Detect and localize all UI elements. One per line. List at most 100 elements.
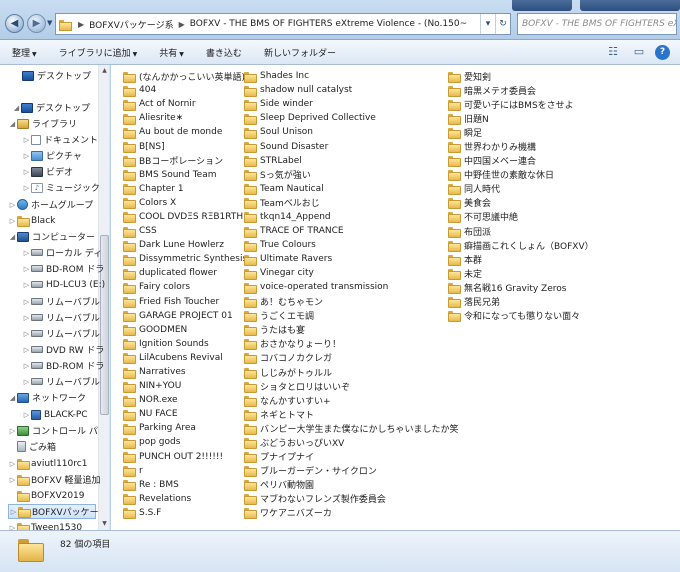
folder-item[interactable]: 同人時代: [448, 182, 594, 196]
folder-item[interactable]: Fairy colors: [123, 280, 247, 294]
folder-item[interactable]: TRACE OF TRANCE: [244, 224, 458, 238]
folder-item[interactable]: うたはも宴: [244, 323, 458, 337]
breadcrumb-current[interactable]: BOFXV - THE BMS OF FIGHTERS eXtreme Viol…: [189, 19, 480, 29]
nav-item[interactable]: ◢ ネットワーク: [8, 390, 96, 405]
folder-item[interactable]: BMS Sound Team: [123, 168, 247, 182]
folder-item[interactable]: 中野佳世の素敵な休日: [448, 168, 594, 182]
nav-item[interactable]: ▷ ビデオ: [22, 164, 96, 179]
folder-item[interactable]: 本群: [448, 252, 594, 266]
folder-item[interactable]: pop gods: [123, 435, 247, 449]
folder-item[interactable]: voice-operated transmission: [244, 280, 458, 294]
folder-item[interactable]: Dark Lune Howlerz: [123, 238, 247, 252]
folder-item[interactable]: Revelations: [123, 492, 247, 506]
folder-item[interactable]: NIN+YOU: [123, 379, 247, 393]
nav-item[interactable]: ▷ BD-ROM ドラ: [22, 261, 105, 276]
folder-item[interactable]: 瞬足: [448, 125, 594, 139]
breadcrumb-parent[interactable]: BOFXVパッケージ系: [88, 18, 174, 31]
expanded-arrow-icon[interactable]: ◢: [8, 233, 17, 241]
collapsed-arrow-icon[interactable]: ▷: [22, 168, 31, 176]
folder-item[interactable]: しじみがトゥルル: [244, 365, 458, 379]
nav-item[interactable]: ▷ DVD RW ドラ: [22, 342, 105, 357]
folder-item[interactable]: B[NS]: [123, 139, 247, 154]
address-bar[interactable]: ▶ BOFXVパッケージ系 ▶ BOFXV - THE BMS OF FIGHT…: [55, 13, 511, 35]
refresh-icon[interactable]: ↻: [495, 14, 510, 34]
search-input[interactable]: BOFXV - THE BMS OF FIGHTERS eX...: [517, 13, 677, 35]
nav-item[interactable]: ▷ リムーバブル: [22, 294, 100, 309]
folder-item[interactable]: S.S.F: [123, 506, 247, 520]
folder-item[interactable]: Fried Fish Toucher: [123, 295, 247, 309]
help-icon[interactable]: ?: [655, 44, 670, 60]
nav-item[interactable]: ▷ aviutl110rc1: [8, 456, 96, 471]
folder-item[interactable]: 不可思議中絶: [448, 210, 594, 224]
folder-item[interactable]: なんかすいすい+: [244, 393, 458, 407]
collapsed-arrow-icon[interactable]: ▷: [22, 281, 31, 289]
window-caption-button-group[interactable]: [512, 0, 572, 11]
folder-item[interactable]: 美食会: [448, 196, 594, 210]
collapsed-arrow-icon[interactable]: ▷: [22, 314, 31, 322]
folder-item[interactable]: COOL DVDΞS RΞB1RTH: [123, 210, 247, 224]
collapsed-arrow-icon[interactable]: ▷: [22, 298, 31, 306]
collapsed-arrow-icon[interactable]: ▷: [22, 152, 31, 160]
nav-item[interactable]: ▷ HD-LCU3 (E:): [22, 277, 105, 292]
folder-item[interactable]: STRLabel: [244, 154, 458, 168]
folder-item[interactable]: Ultimate Ravers: [244, 252, 458, 266]
folder-item[interactable]: 無名戦16 Gravity Zeros: [448, 280, 594, 294]
collapsed-arrow-icon[interactable]: ▷: [8, 201, 17, 209]
folder-item[interactable]: 世界わかりみ機構: [448, 139, 594, 154]
collapsed-arrow-icon[interactable]: ▷: [22, 346, 31, 354]
nav-item[interactable]: ▷ BD-ROM ドラ: [22, 358, 105, 373]
folder-item[interactable]: PUNCH OUT 2!!!!!!: [123, 450, 247, 464]
nav-item[interactable]: BOFXV2019: [8, 488, 96, 503]
folder-item[interactable]: Team Nautical: [244, 182, 458, 196]
folder-item[interactable]: 可愛い子にはBMSをさせよ: [448, 97, 594, 111]
collapsed-arrow-icon[interactable]: ▷: [8, 476, 17, 484]
folder-item[interactable]: duplicated flower: [123, 266, 247, 280]
folder-item[interactable]: tkqn14_Append: [244, 210, 458, 224]
folder-item[interactable]: Colors X: [123, 196, 247, 210]
folder-item[interactable]: ペリバ動物園: [244, 478, 458, 492]
back-arrow-icon[interactable]: ◀: [5, 14, 24, 33]
folder-item[interactable]: マブわないフレンズ製作委員会: [244, 492, 458, 506]
nav-item[interactable]: ◢ ライブラリ: [8, 116, 96, 131]
collapsed-arrow-icon[interactable]: ▷: [8, 427, 17, 435]
nav-item[interactable]: ▷ リムーバブル: [22, 326, 100, 341]
nav-item[interactable]: ▷ BOFXV 軽量追加: [8, 472, 100, 487]
expanded-arrow-icon[interactable]: ◢: [8, 394, 17, 402]
folder-item[interactable]: 落民兄弟: [448, 295, 594, 309]
nav-item[interactable]: ▷ ♪ ミュージック: [22, 180, 100, 195]
folder-item[interactable]: LilAcubens Revival: [123, 351, 247, 365]
collapsed-arrow-icon[interactable]: ▷: [22, 362, 31, 370]
collapsed-arrow-icon[interactable]: ▷: [22, 411, 31, 419]
collapsed-arrow-icon[interactable]: ▷: [22, 330, 31, 338]
folder-item[interactable]: Re : BMS: [123, 478, 247, 492]
folder-item[interactable]: Chapter 1: [123, 182, 247, 196]
collapsed-arrow-icon[interactable]: ▷: [9, 508, 18, 516]
nav-item[interactable]: ◢ コンピューター: [8, 229, 96, 244]
folder-item[interactable]: Shades Inc: [244, 69, 458, 83]
folder-item[interactable]: Sleep Deprived Collective: [244, 111, 458, 125]
folder-item[interactable]: Soul Unison: [244, 125, 458, 139]
collapsed-arrow-icon[interactable]: ▷: [22, 184, 31, 192]
folder-item[interactable]: ぶどうおいっぴいXV: [244, 435, 458, 449]
folder-item[interactable]: 404: [123, 83, 247, 97]
nav-item[interactable]: ▷ BOFXVパッケー: [8, 504, 99, 519]
expanded-arrow-icon[interactable]: ◢: [8, 120, 17, 128]
folder-item[interactable]: Sっ気が強い: [244, 168, 458, 182]
folder-item[interactable]: バンピー大学生また僕なにかしちゃいましたか笑: [244, 421, 458, 435]
folder-item[interactable]: NOR.exe: [123, 393, 247, 407]
collapsed-arrow-icon[interactable]: ▷: [22, 249, 31, 257]
window-caption-button-group-right[interactable]: [580, 0, 680, 11]
folder-item[interactable]: Au bout de monde: [123, 125, 247, 139]
nav-item[interactable]: ▷ Tween1530: [8, 520, 96, 530]
scroll-down-arrow-icon[interactable]: ▼: [99, 518, 109, 530]
folder-item[interactable]: (なんかかっこいい英単語): [123, 69, 247, 83]
folder-item[interactable]: 中四国メベー連合: [448, 154, 594, 168]
folder-item[interactable]: Side winder: [244, 97, 458, 111]
folder-item[interactable]: True Colours: [244, 238, 458, 252]
folder-item[interactable]: Dissymmetric Synthesis: [123, 252, 247, 266]
recent-pages-dropdown-icon[interactable]: ▼: [47, 19, 52, 27]
folder-item[interactable]: 未定: [448, 266, 594, 280]
organize-button[interactable]: 整理 ▼: [12, 46, 37, 59]
collapsed-arrow-icon[interactable]: ▷: [8, 460, 17, 468]
collapsed-arrow-icon[interactable]: ▷: [22, 265, 31, 273]
